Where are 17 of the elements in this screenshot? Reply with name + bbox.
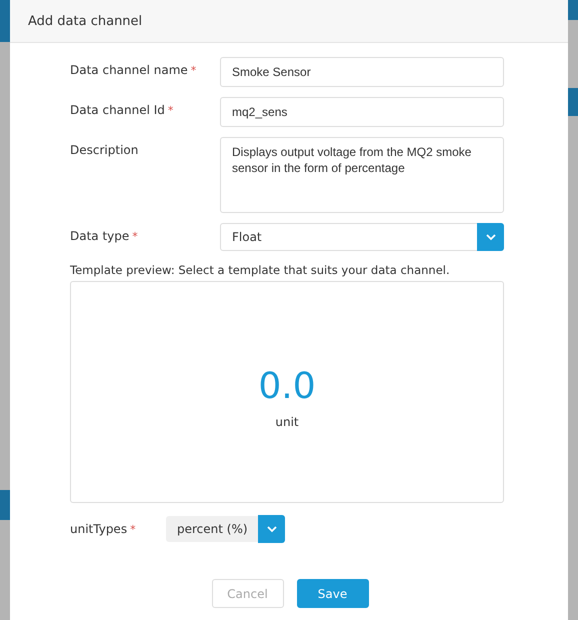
field-label: Data channel name *: [70, 62, 198, 77]
preview-value: 0.0: [258, 366, 316, 406]
preview-unit: unit: [275, 414, 299, 428]
input-field[interactable]: mq2_sens: [220, 97, 504, 127]
field-label: Data channel Id *: [70, 102, 174, 117]
dialog-title: Add data channel: [28, 14, 142, 28]
chevron-down-icon: [486, 234, 496, 240]
chevron-down-icon: [266, 526, 276, 532]
field-label: Description: [70, 142, 140, 157]
field-label: unitTypes *: [70, 522, 137, 536]
input-field[interactable]: Smoke Sensor: [220, 57, 504, 87]
select-field[interactable]: Float: [220, 223, 504, 251]
template-preview-label: Template preview: Select a template that suits your data channel.: [70, 263, 451, 277]
input-field[interactable]: Displays output voltage from the MQ2 smoke sensor in the form of percentage: [220, 137, 504, 213]
template-preview-card[interactable]: 0.0 unit: [70, 281, 504, 503]
select-field[interactable]: percent (%): [166, 516, 284, 542]
field-label: Data type *: [70, 228, 139, 243]
